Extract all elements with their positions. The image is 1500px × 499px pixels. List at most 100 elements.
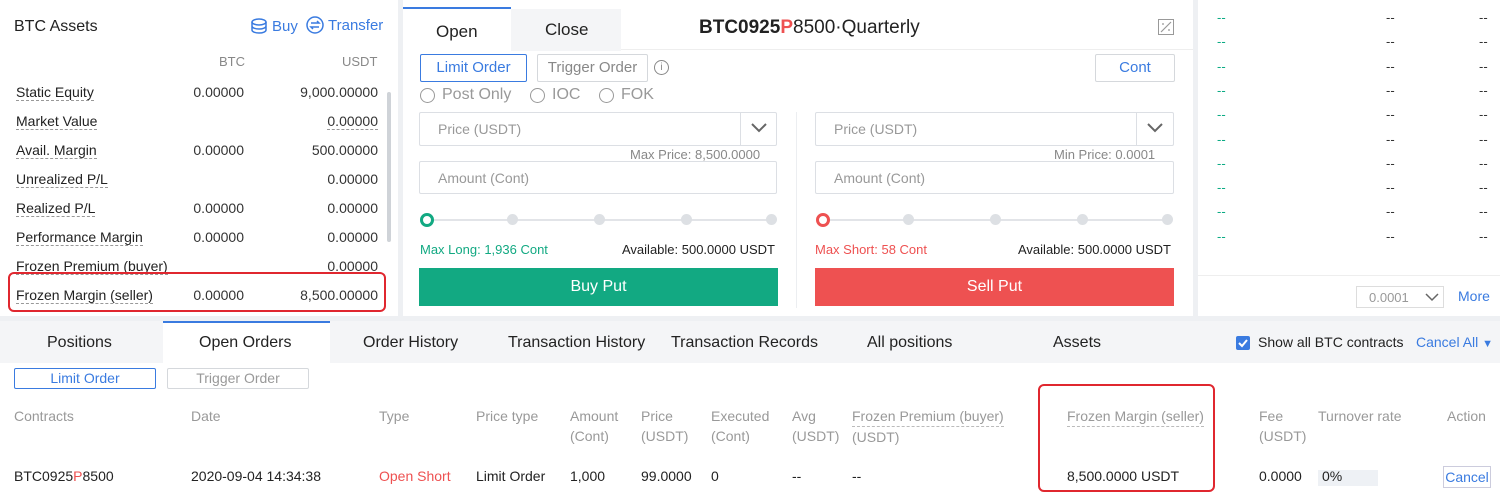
info-icon[interactable]: i <box>654 60 669 75</box>
buy-put-button[interactable]: Buy Put <box>419 268 778 306</box>
book-cell: -- <box>1386 204 1395 220</box>
caret-down-icon: ▼ <box>1482 338 1494 350</box>
book-cell: -- <box>1386 58 1395 74</box>
book-cell: -- <box>1217 58 1226 74</box>
cancel-all-button[interactable]: Cancel All ▼ <box>1416 334 1493 350</box>
th-action: Action <box>1447 408 1486 424</box>
orders-panel: Positions Open Orders Order History Tran… <box>0 321 1500 499</box>
chart-icon[interactable] <box>1158 19 1174 35</box>
th-turnover: Turnover rate <box>1318 408 1402 424</box>
tab-transaction-records[interactable]: Transaction Records <box>671 334 818 352</box>
asset-row: Realized P/L 0.00000 0.00000 <box>16 200 378 217</box>
tab-open-orders[interactable]: Open Orders <box>199 334 291 352</box>
book-cell: -- <box>1479 155 1488 171</box>
limit-order-tab[interactable]: Limit Order <box>420 54 527 82</box>
cell-price-type: Limit Order <box>476 468 546 484</box>
order-book-panel: -- -- -- -- -- -- -- -- -- -- -- -- -- -- -- -- -- -- -- --… <box>1198 0 1500 316</box>
book-cell: -- <box>1386 131 1395 147</box>
th-type: Type <box>379 408 410 424</box>
amount-input-short[interactable]: Amount (Cont) <box>815 161 1174 194</box>
cell-type: Open Short <box>379 468 451 484</box>
precision-select[interactable]: 0.0001 <box>1356 286 1444 308</box>
tab-positions[interactable]: Positions <box>47 334 112 352</box>
post-only-radio[interactable]: Post Only <box>420 86 511 104</box>
slider-step[interactable] <box>903 214 914 225</box>
col-usdt: USDT <box>342 54 378 69</box>
sell-put-button[interactable]: Sell Put <box>815 268 1174 306</box>
amount-input-long[interactable]: Amount (Cont) <box>419 161 777 194</box>
chevron-down-icon[interactable] <box>1146 121 1164 138</box>
assets-title: BTC Assets <box>14 18 98 35</box>
book-cell: -- <box>1479 82 1488 98</box>
slider-step[interactable] <box>990 214 1001 225</box>
buy-button[interactable]: Buy <box>250 17 298 35</box>
tab-close[interactable]: Close <box>511 9 621 51</box>
sub-limit-order[interactable]: Limit Order <box>14 368 156 389</box>
cell-date: 2020-09-04 14:34:38 <box>191 468 321 484</box>
slider-step[interactable] <box>594 214 605 225</box>
book-cell: -- <box>1479 204 1488 220</box>
cell-frozen-premium: -- <box>852 468 862 484</box>
th-avg: Avg (USDT) <box>792 408 840 444</box>
divider <box>740 113 741 145</box>
th-frozen-premium: Frozen Premium (buyer) (USDT) <box>852 408 1004 445</box>
book-cell: -- <box>1386 107 1395 123</box>
slider-handle-long[interactable] <box>420 213 434 227</box>
show-all-checkbox[interactable] <box>1236 336 1250 350</box>
slider-step[interactable] <box>1162 214 1173 225</box>
price-input-short[interactable]: Price (USDT) <box>815 112 1174 146</box>
th-amount: Amount (Cont) <box>570 408 619 444</box>
book-cell: -- <box>1386 82 1395 98</box>
order-panel: Open Close BTC0925P8500·Quarterly Limit … <box>403 0 1193 316</box>
slider-handle-short[interactable] <box>816 213 830 227</box>
contract-title: BTC0925P8500·Quarterly <box>699 17 920 38</box>
slider-step[interactable] <box>766 214 777 225</box>
slider-step[interactable] <box>1077 214 1088 225</box>
book-cell: -- <box>1479 34 1488 50</box>
sub-trigger-order[interactable]: Trigger Order <box>167 368 309 389</box>
asset-row: Unrealized P/L 0.00000 <box>16 171 378 188</box>
price-input-long[interactable]: Price (USDT) <box>419 112 777 146</box>
book-cell: -- <box>1217 155 1226 171</box>
ioc-radio[interactable]: IOC <box>530 86 580 104</box>
transfer-icon <box>306 16 324 34</box>
chevron-down-icon[interactable] <box>750 121 768 138</box>
tab-transaction-history[interactable]: Transaction History <box>508 334 645 352</box>
cell-executed: 0 <box>711 468 719 484</box>
unit-cont-button[interactable]: Cont <box>1095 54 1175 82</box>
slider-step[interactable] <box>681 214 692 225</box>
transfer-button[interactable]: Transfer <box>306 16 383 34</box>
tab-assets[interactable]: Assets <box>1053 334 1101 352</box>
tab-open[interactable]: Open <box>403 7 511 51</box>
scrollbar[interactable] <box>387 92 391 242</box>
book-cell: -- <box>1386 34 1395 50</box>
highlight-frame <box>1038 384 1215 492</box>
buy-label: Buy <box>272 17 298 35</box>
cell-fee: 0.0000 <box>1259 468 1302 484</box>
radio-circle <box>599 87 614 103</box>
tab-all-positions[interactable]: All positions <box>867 334 952 352</box>
slider-step[interactable] <box>507 214 518 225</box>
book-cell: -- <box>1479 180 1488 196</box>
book-cell: -- <box>1217 204 1226 220</box>
trigger-order-tab[interactable]: Trigger Order <box>537 54 648 82</box>
max-price: Max Price: 8,500.0000 <box>630 147 761 162</box>
book-cell: -- <box>1217 82 1226 98</box>
fok-radio[interactable]: FOK <box>599 86 654 104</box>
book-cell: -- <box>1386 180 1395 196</box>
cell-avg: -- <box>792 468 802 484</box>
more-link[interactable]: More <box>1458 288 1490 304</box>
book-divider <box>1198 275 1500 276</box>
book-cell: -- <box>1386 155 1395 171</box>
asset-row: Avail. Margin 0.00000 500.00000 <box>16 142 378 159</box>
tab-order-history[interactable]: Order History <box>363 334 458 352</box>
book-cell: -- <box>1479 107 1488 123</box>
cell-price: 99.0000 <box>641 468 692 484</box>
show-all-label: Show all BTC contracts <box>1258 334 1404 350</box>
th-price: Price (USDT) <box>641 408 689 444</box>
radio-circle <box>420 87 435 103</box>
book-cell: -- <box>1217 107 1226 123</box>
book-cell: -- <box>1479 58 1488 74</box>
cancel-order-button[interactable]: Cancel <box>1443 466 1491 488</box>
available-long: Available: 500.0000 USDT <box>622 242 775 257</box>
